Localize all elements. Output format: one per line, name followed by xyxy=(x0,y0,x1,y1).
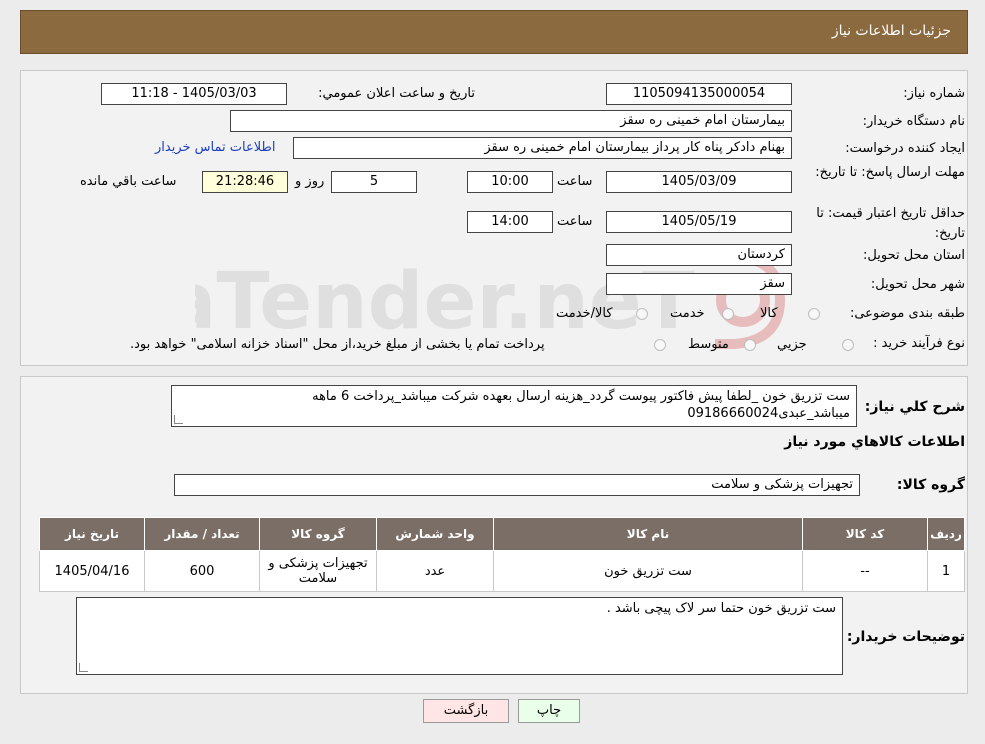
remaining-label: ساعت باقي مانده xyxy=(80,174,177,189)
cell-name: ست تزریق خون xyxy=(493,550,803,592)
summary-label: شرح كلي نياز: xyxy=(864,399,965,415)
cell-unit: عدد xyxy=(376,550,494,592)
validity-date-field: 1405/05/19 xyxy=(606,211,792,233)
process-option-medium: متوسط xyxy=(688,337,729,352)
requester-field: بهنام دادکر پناه کار پرداز بیمارستان اما… xyxy=(293,137,792,159)
goods-group-field: تجهيزات پزشكی و سلامت xyxy=(174,474,860,496)
need-number-label: شماره نیاز: xyxy=(903,86,965,101)
buyer-notes-label: توضيحات خريدار: xyxy=(846,629,965,645)
print-button[interactable]: چاپ xyxy=(518,699,580,723)
need-number-field: 1105094135000054 xyxy=(606,83,792,105)
page-header: جزئیات اطلاعات نیاز xyxy=(20,10,968,54)
cell-quantity: 600 xyxy=(144,550,260,592)
province-label: استان محل تحويل: xyxy=(863,248,965,263)
col-code: كد كالا xyxy=(802,517,928,551)
resize-grip-icon[interactable] xyxy=(174,415,183,424)
back-button[interactable]: بازگشت xyxy=(423,699,509,723)
buyer-notes-textarea[interactable]: ست تزریق خون حتما سر لاک پیچی باشد . xyxy=(76,597,843,675)
deadline-time-field: 10:00 xyxy=(467,171,553,193)
col-quantity: تعداد / مقدار xyxy=(144,517,260,551)
announce-field: 1405/03/03 - 11:18 xyxy=(101,83,287,105)
col-group: گروه كالا xyxy=(259,517,377,551)
announce-label: تاریخ و ساعت اعلان عمومي: xyxy=(318,86,475,101)
deadline-date-field: 1405/03/09 xyxy=(606,171,792,193)
buyer-org-field: بیمارستان امام خمینی ره سقز xyxy=(230,110,792,132)
validity-label: حداقل تاريخ اعتبار قيمت: تا تاریخ: xyxy=(816,206,965,241)
deadline-label: مهلت ارسال پاسخ: تا تاریخ: xyxy=(815,165,965,180)
remaining-time-field: 21:28:46 xyxy=(202,171,288,193)
city-field: سقز xyxy=(606,273,792,295)
category-option-service: خدمت xyxy=(670,306,705,321)
validity-time-field: 14:00 xyxy=(467,211,553,233)
col-date: تاريخ نياز xyxy=(39,517,145,551)
col-row: رديف xyxy=(927,517,965,551)
summary-line-1: ست تزریق خون _لطفا پیش فاکتور پیوست گردد… xyxy=(312,389,850,404)
buyer-org-label: نام دستگاه خريدار: xyxy=(862,114,965,129)
province-field: كردستان xyxy=(606,244,792,266)
category-radio-service[interactable] xyxy=(722,308,734,320)
goods-table-header: رديف كد كالا نام كالا واحد شمارش گروه كا… xyxy=(39,517,965,551)
category-option-goods-service: كالا/خدمت xyxy=(556,306,613,321)
process-radio-treasury[interactable] xyxy=(654,339,666,351)
cell-group: تجهيزات پزشكی و سلامت xyxy=(259,550,377,592)
cell-row: 1 xyxy=(927,550,965,592)
summary-textarea[interactable]: ست تزریق خون _لطفا پیش فاکتور پیوست گردد… xyxy=(171,385,857,427)
process-radio-minor[interactable] xyxy=(842,339,854,351)
validity-time-label: ساعت xyxy=(557,214,593,229)
goods-info-title: اطلاعات كالاهاي مورد نياز xyxy=(784,434,965,450)
buyer-notes-text: ست تزریق خون حتما سر لاک پیچی باشد . xyxy=(606,601,836,616)
deadline-time-label: ساعت xyxy=(557,174,593,189)
process-option-minor: جزيي xyxy=(777,337,807,352)
page-title: جزئیات اطلاعات نیاز xyxy=(831,23,951,39)
category-label: طبقه بندی موضوعی: xyxy=(849,306,965,321)
category-option-goods: كالا xyxy=(760,306,778,321)
process-radio-medium[interactable] xyxy=(744,339,756,351)
buyer-contact-link[interactable]: اطلاعات تماس خريدار xyxy=(155,140,275,155)
cell-date: 1405/04/16 xyxy=(39,550,145,592)
days-field: 5 xyxy=(331,171,417,193)
days-label: روز و xyxy=(295,174,325,189)
process-note: پرداخت تمام یا بخشی از مبلغ خرید،از محل … xyxy=(130,337,545,352)
category-radio-goods[interactable] xyxy=(808,308,820,320)
process-label: نوع فرآيند خريد : xyxy=(873,336,965,351)
goods-table: رديف كد كالا نام كالا واحد شمارش گروه كا… xyxy=(39,517,965,592)
col-name: نام كالا xyxy=(493,517,803,551)
col-unit: واحد شمارش xyxy=(376,517,494,551)
goods-group-label: گروه كالا: xyxy=(896,477,965,493)
summary-line-2: میباشد_عبدی09186660024 xyxy=(687,406,850,421)
requester-label: ايجاد کننده درخواست: xyxy=(845,141,965,156)
cell-code: -- xyxy=(802,550,928,592)
city-label: شهر محل تحويل: xyxy=(870,277,965,292)
table-row: 1 -- ست تزریق خون عدد تجهيزات پزشكی و سل… xyxy=(39,550,965,592)
category-radio-goods-service[interactable] xyxy=(636,308,648,320)
resize-grip-icon[interactable] xyxy=(79,663,88,672)
